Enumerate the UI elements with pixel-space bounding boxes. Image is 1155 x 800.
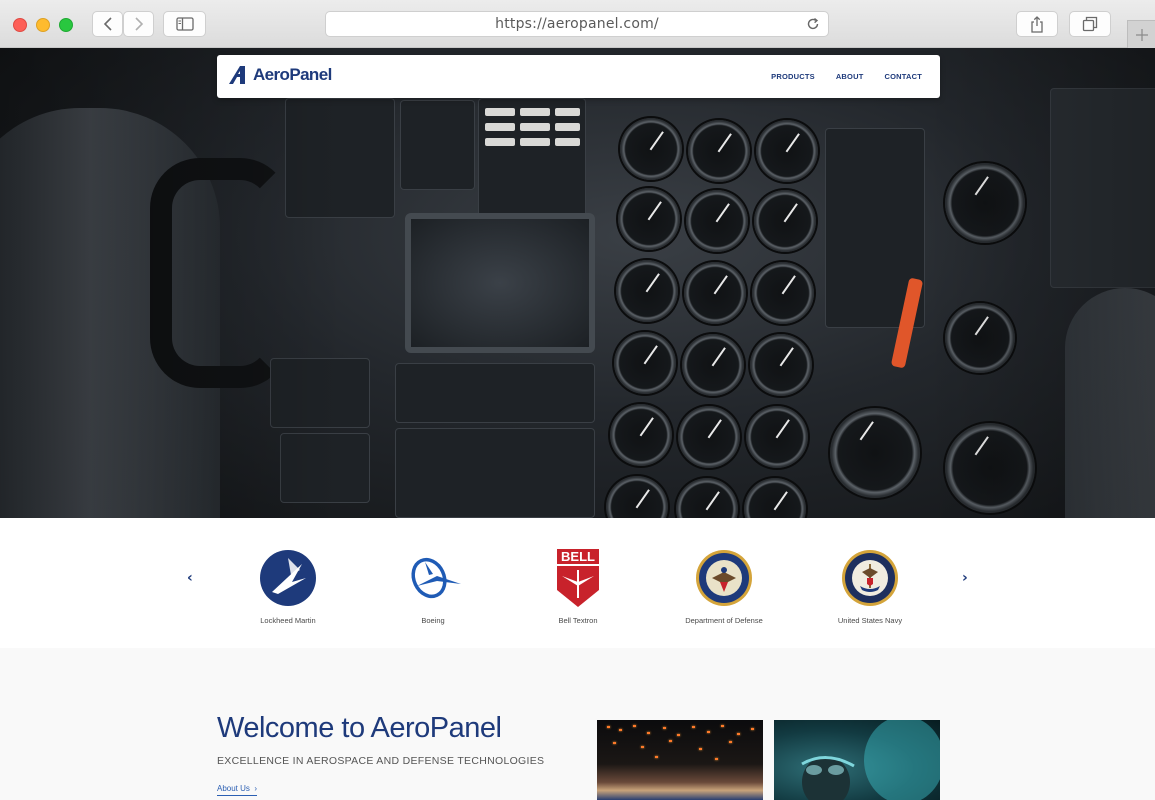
chevron-right-icon <box>134 17 143 31</box>
instrument-light <box>677 734 680 736</box>
instrument-light <box>647 732 650 734</box>
instrument-light <box>669 740 672 742</box>
url-text: https://aeropanel.com/ <box>495 16 659 32</box>
instrument-light <box>715 758 718 760</box>
lockheed-martin-logo-icon <box>260 550 316 606</box>
plus-icon <box>1135 28 1148 41</box>
forward-button[interactable] <box>123 11 154 37</box>
instrument-light <box>613 742 616 744</box>
main-nav: PRODUCTS ABOUT CONTACT <box>771 72 922 81</box>
site-logo[interactable]: AeroPanel <box>228 65 332 85</box>
dod-seal-icon <box>696 550 752 606</box>
minimize-window-button[interactable] <box>36 18 50 32</box>
sidebar-icon <box>175 17 194 31</box>
partner-us-navy[interactable]: United States Navy <box>810 548 930 625</box>
instrument-light <box>655 756 658 758</box>
partner-name: Bell Textron <box>558 616 598 625</box>
welcome-section: Welcome to AeroPanel EXCELLENCE IN AEROS… <box>0 648 1155 800</box>
cockpit-night-image[interactable] <box>597 720 763 800</box>
new-tab-button[interactable] <box>1127 20 1155 48</box>
about-us-link[interactable]: About Us › <box>217 784 258 796</box>
bell-textron-logo-icon: BELL <box>557 549 599 607</box>
address-bar[interactable]: https://aeropanel.com/ <box>325 11 829 37</box>
nav-products[interactable]: PRODUCTS <box>771 72 815 81</box>
engineer-image[interactable] <box>774 720 940 800</box>
us-navy-seal-icon <box>842 550 898 606</box>
hero-shade <box>0 48 1155 518</box>
instrument-light <box>607 726 610 728</box>
aeropanel-logo-icon <box>229 66 245 84</box>
sidebar-toggle-button[interactable] <box>163 11 206 37</box>
partner-name: Boeing <box>421 616 445 625</box>
partner-bell-textron[interactable]: BELL Bell Textron <box>518 548 638 625</box>
nav-contact[interactable]: CONTACT <box>884 72 922 81</box>
instrument-light <box>692 726 695 728</box>
boeing-logo-icon <box>411 557 461 599</box>
site-header: AeroPanel PRODUCTS ABOUT CONTACT <box>217 55 940 98</box>
instrument-light <box>641 746 644 748</box>
instrument-light <box>751 728 754 730</box>
back-button[interactable] <box>92 11 123 37</box>
zoom-window-button[interactable] <box>59 18 73 32</box>
reload-icon[interactable] <box>806 17 820 31</box>
partner-name: Lockheed Martin <box>260 616 316 625</box>
close-window-button[interactable] <box>13 18 27 32</box>
engineer-silhouette <box>801 720 940 800</box>
hero-cockpit-image <box>0 48 1155 518</box>
partner-boeing[interactable]: Boeing <box>373 548 493 625</box>
instrument-light <box>619 729 622 731</box>
welcome-title: Welcome to AeroPanel <box>217 712 502 744</box>
instrument-light <box>737 733 740 735</box>
partner-name: United States Navy <box>837 616 903 625</box>
browser-toolbar: https://aeropanel.com/ <box>0 0 1155 48</box>
instrument-light <box>633 725 636 727</box>
instrument-light <box>707 731 710 733</box>
partner-name: Department of Defense <box>685 616 763 625</box>
instrument-light <box>699 748 702 750</box>
instrument-light <box>721 725 724 727</box>
instrument-light <box>663 727 666 729</box>
logo-text: AeroPanel <box>253 65 332 84</box>
carousel-next-button[interactable]: › <box>962 570 968 586</box>
chevron-right-icon: › <box>254 784 258 793</box>
tabs-icon <box>1082 16 1098 32</box>
chevron-left-icon <box>103 17 112 31</box>
partner-department-of-defense[interactable]: Department of Defense <box>664 548 784 625</box>
welcome-subtitle: EXCELLENCE IN AEROSPACE AND DEFENSE TECH… <box>217 755 545 767</box>
tabs-overview-button[interactable] <box>1069 11 1111 37</box>
nav-about[interactable]: ABOUT <box>836 72 864 81</box>
about-us-label: About Us <box>217 784 250 793</box>
share-icon <box>1031 15 1043 33</box>
carousel-prev-button[interactable]: ‹ <box>187 570 193 586</box>
partner-lockheed-martin[interactable]: Lockheed Martin <box>228 548 348 625</box>
partners-carousel: ‹ › Lockheed Martin Boeing BELL Bell Tex… <box>0 518 1155 648</box>
instrument-light <box>729 741 732 743</box>
bell-wordmark: BELL <box>561 549 595 564</box>
share-button[interactable] <box>1016 11 1058 37</box>
